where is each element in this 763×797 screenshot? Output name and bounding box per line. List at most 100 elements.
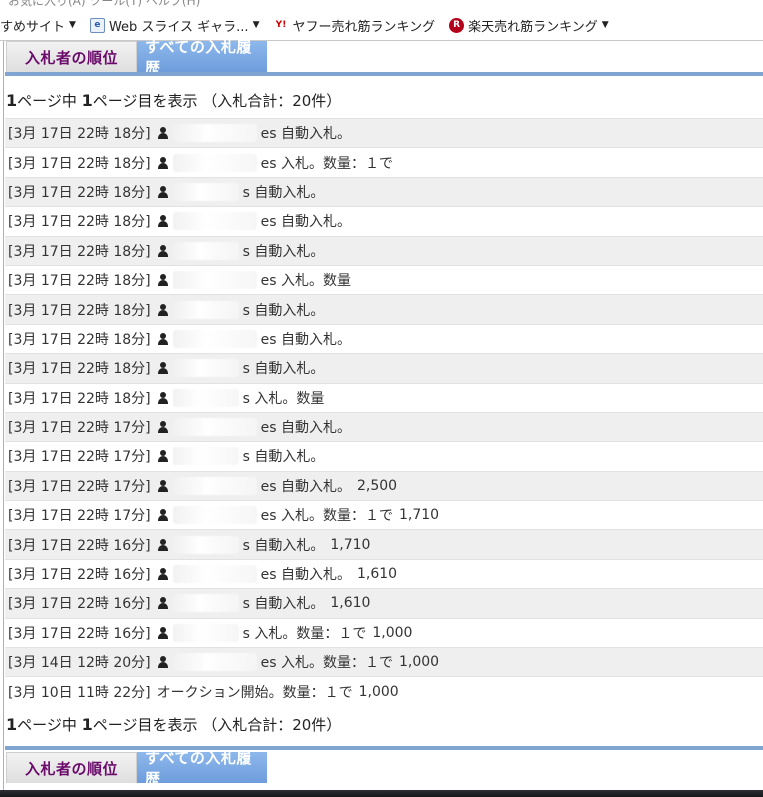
- bid-timestamp: [3月 17日 22時 18分]: [8, 273, 151, 290]
- tab-bidder-ranking[interactable]: 入札者の順位: [6, 752, 137, 783]
- bid-timestamp: [3月 17日 22時 17分]: [8, 508, 151, 525]
- tab-overline: [5, 746, 763, 750]
- chevron-down-icon[interactable]: ▼: [602, 20, 609, 30]
- bid-timestamp: [3月 17日 22時 18分]: [8, 214, 151, 231]
- favorite-web-slice-gallery[interactable]: e Web スライス ギャラ... ▼: [89, 16, 260, 35]
- user-icon: [157, 597, 169, 610]
- user-icon: [157, 479, 169, 492]
- masked-bidder-id: [172, 535, 239, 554]
- user-icon: [157, 303, 169, 316]
- web-slice-icon: e: [89, 17, 105, 33]
- masked-bidder-id: [172, 124, 257, 143]
- masked-bidder-id: [172, 271, 257, 290]
- bid-message: s 自動入札。: [242, 537, 325, 554]
- bid-row: [3月 17日 22時 16分] s 自動入札。 1,710: [5, 529, 763, 559]
- bid-row: [3月 17日 22時 18分] es 入札。数量：１で: [5, 147, 763, 177]
- bid-row: [3月 17日 22時 16分] s 入札。数量：１で 1,000: [5, 617, 763, 648]
- bid-message: s 自動入札。: [242, 243, 325, 260]
- bid-message: s 自動入札。: [242, 596, 325, 613]
- tab-bidder-ranking[interactable]: 入札者の順位: [6, 41, 137, 72]
- bid-message: es 自動入札。: [260, 478, 351, 495]
- bid-message: es 自動入札。: [260, 567, 351, 584]
- pagination-text: ページ目を表示 （入札合計：20件）: [92, 716, 342, 734]
- masked-bidder-id: [172, 388, 239, 407]
- bid-row: [3月 17日 22時 18分] s 自動入札。: [5, 353, 763, 383]
- favorite-label: 楽天売れ筋ランキング: [468, 19, 598, 35]
- user-icon: [157, 538, 169, 551]
- yahoo-icon: Y!: [273, 17, 289, 33]
- bid-timestamp: [3月 17日 22時 18分]: [8, 184, 151, 201]
- favorite-label: Web スライス ギャラ...: [108, 19, 249, 35]
- masked-bidder-id: [172, 241, 239, 260]
- masked-bidder-id: [172, 329, 257, 348]
- page-current: 1: [81, 715, 93, 734]
- bid-message: s 入札。数量：１で: [242, 625, 367, 642]
- masked-bidder-id: [172, 153, 257, 172]
- bid-row: [3月 17日 22時 18分] es 自動入札。: [5, 206, 763, 236]
- bid-timestamp: [3月 17日 22時 17分]: [8, 420, 151, 437]
- bid-message: es 自動入札。: [260, 420, 351, 437]
- favorite-label: ヤフー売れ筋ランキング: [292, 19, 436, 35]
- bid-amount: 1,000: [398, 654, 440, 671]
- bid-timestamp: [3月 14日 12時 20分]: [8, 655, 151, 672]
- user-icon: [157, 244, 169, 257]
- bid-message: s 自動入札。: [242, 361, 325, 378]
- chevron-down-icon[interactable]: ▼: [69, 20, 76, 30]
- bid-row: [3月 17日 22時 18分] s 自動入札。: [5, 294, 763, 324]
- bid-timestamp: [3月 17日 22時 18分]: [8, 302, 151, 319]
- favorite-rakuten-ranking[interactable]: R 楽天売れ筋ランキング ▼: [449, 16, 609, 35]
- user-icon: [157, 626, 169, 639]
- page-frame-left: [3, 41, 4, 790]
- chevron-down-icon[interactable]: ▼: [253, 20, 260, 30]
- masked-bidder-id: [172, 212, 257, 231]
- user-icon: [157, 127, 169, 140]
- tab-all-bid-history[interactable]: すべての入札履歴: [137, 38, 267, 77]
- bid-message: オークション開始。数量：１で: [156, 684, 353, 701]
- bid-amount: 1,610: [330, 595, 371, 612]
- pagination-text: ページ中: [17, 92, 82, 110]
- user-icon: [157, 450, 169, 463]
- bid-tabs-bottom: 入札者の順位 すべての入札履歴: [6, 749, 267, 788]
- bid-message: es 自動入札。: [260, 214, 351, 231]
- masked-bidder-id: [172, 182, 239, 201]
- user-icon: [157, 215, 169, 228]
- bid-row: [3月 17日 22時 17分] es 自動入札。: [5, 411, 763, 442]
- masked-bidder-id: [172, 418, 257, 437]
- rakuten-icon: R: [449, 17, 465, 33]
- bid-timestamp: [3月 17日 22時 16分]: [8, 625, 151, 642]
- page-total: 1: [6, 715, 18, 734]
- user-icon: [157, 656, 169, 669]
- bid-message: s 入札。数量: [242, 390, 325, 407]
- bid-timestamp: [3月 17日 22時 16分]: [8, 567, 151, 584]
- bid-row: [3月 17日 22時 18分] es 入札。数量: [5, 264, 763, 295]
- bid-row: [3月 17日 22時 18分] s 自動入札。: [5, 235, 763, 265]
- user-icon: [157, 274, 169, 287]
- masked-bidder-id: [172, 359, 239, 378]
- bid-timestamp: [3月 17日 22時 17分]: [8, 478, 151, 495]
- bid-message: es 入札。数量：１で: [260, 655, 393, 672]
- bid-history-list: [3月 17日 22時 18分] es 自動入札。 [3月 17日 22時 18分]…: [5, 118, 763, 706]
- bid-row: [3月 17日 22時 18分] s 自動入札。: [5, 176, 763, 207]
- bid-message: s 自動入札。: [242, 184, 325, 201]
- bid-timestamp: [3月 17日 22時 18分]: [8, 390, 151, 407]
- bid-amount: 1,710: [398, 507, 440, 524]
- bid-row: [3月 17日 22時 18分] s 入札。数量: [5, 382, 763, 412]
- bid-timestamp: [3月 17日 22時 18分]: [8, 126, 151, 143]
- os-taskbar: [0, 790, 763, 797]
- bid-row: [3月 17日 22時 17分] s 自動入札。: [5, 441, 763, 471]
- pagination-text: ページ中: [17, 716, 82, 734]
- favorite-recommended-sites[interactable]: すめサイト ▼: [0, 16, 76, 35]
- user-icon: [157, 568, 169, 581]
- bid-tabs-top: 入札者の順位 すべての入札履歴: [6, 38, 267, 77]
- pagination-info-bottom: 1ページ中 1ページ目を表示 （入札合計：20件）: [6, 714, 341, 735]
- pagination-text: ページ目を表示 （入札合計：20件）: [92, 92, 342, 110]
- bid-message: es 入札。数量: [260, 273, 351, 290]
- bid-row: [3月 17日 22時 18分] es 自動入札。: [5, 118, 763, 148]
- masked-bidder-id: [172, 476, 257, 495]
- bid-amount: 2,500: [356, 477, 398, 494]
- bid-message: es 入札。数量：１で: [260, 155, 393, 172]
- bid-message: s 自動入札。: [242, 302, 325, 319]
- favorite-yahoo-ranking[interactable]: Y! ヤフー売れ筋ランキング: [273, 16, 435, 35]
- tab-all-bid-history[interactable]: すべての入札履歴: [137, 749, 267, 788]
- browser-menu-strip: お気に入り(A) ツール(T) ヘルプ(H): [8, 0, 201, 8]
